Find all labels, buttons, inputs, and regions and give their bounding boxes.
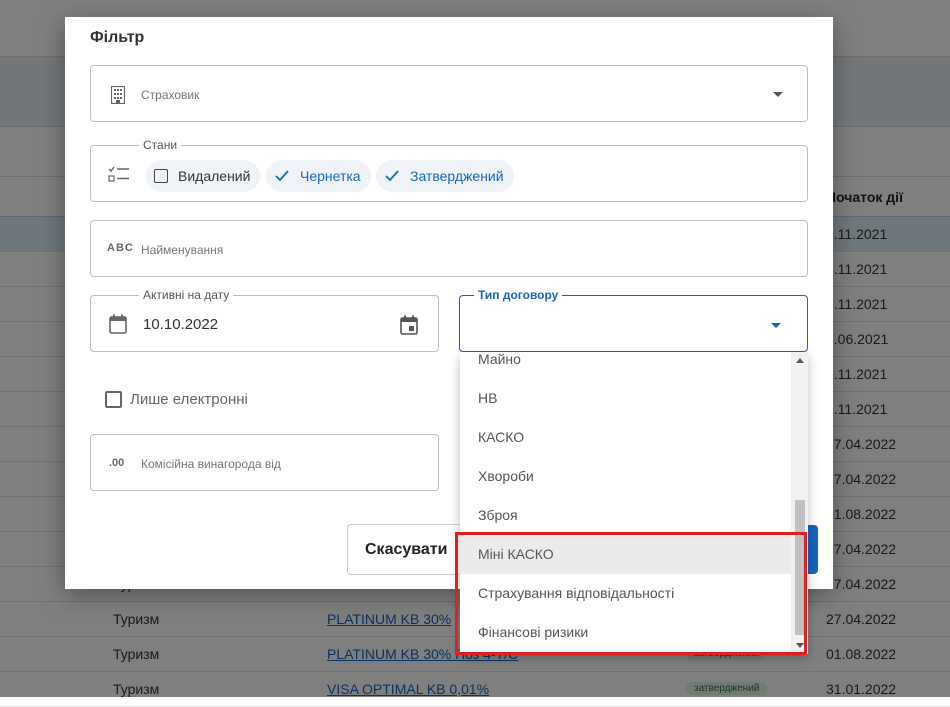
scroll-up-icon[interactable] [796, 358, 804, 363]
option-item[interactable]: Зброя [460, 496, 791, 535]
name-input[interactable]: ABC Найменування [90, 220, 808, 277]
option-item[interactable]: Майно [460, 352, 791, 379]
option-item[interactable]: КАСКО [460, 418, 791, 457]
decimal-icon: .00 [109, 457, 125, 469]
electronic-only-checkbox[interactable]: Лише електронні [105, 391, 248, 408]
chip-deleted[interactable]: Видалений [146, 160, 261, 192]
calendar-icon [109, 314, 127, 339]
option-item[interactable]: НВ [460, 379, 791, 418]
checklist-icon [108, 166, 130, 187]
electronic-only-label: Лише електронні [130, 391, 248, 408]
chip-label: Чернетка [300, 168, 361, 184]
contract-type-select[interactable]: Тип договору [459, 288, 808, 352]
name-placeholder: Найменування [141, 243, 224, 257]
insurer-placeholder: Страховик [141, 88, 200, 102]
check-icon [275, 170, 289, 182]
chip-approved[interactable]: Затверджений [376, 160, 514, 192]
annotation-highlight-box [455, 532, 807, 655]
checkbox-icon [154, 169, 168, 183]
commission-input[interactable]: .00 Комісійна винагорода від [90, 434, 439, 491]
option-item[interactable]: Хвороби [460, 457, 791, 496]
abc-icon: ABC [107, 242, 134, 254]
chip-label: Затверджений [410, 168, 504, 184]
chevron-down-icon[interactable] [773, 92, 783, 97]
building-icon [110, 85, 126, 109]
active-date-value: 10.10.2022 [143, 316, 219, 333]
calendar-picker-icon[interactable] [400, 315, 418, 340]
dialog-title: Фільтр [90, 29, 145, 46]
chip-label: Видалений [178, 168, 251, 184]
checkbox-icon[interactable] [105, 391, 122, 408]
chip-draft[interactable]: Чернетка [266, 160, 371, 192]
active-date-legend: Активні на дату [139, 288, 234, 302]
states-legend: Стани [139, 138, 182, 152]
contract-type-legend: Тип договору [474, 288, 563, 302]
chevron-down-icon[interactable] [771, 323, 781, 328]
commission-placeholder: Комісійна винагорода від [141, 457, 281, 471]
active-date-field[interactable]: Активні на дату 10.10.2022 [90, 288, 439, 352]
insurer-select[interactable]: Страховик [90, 65, 808, 122]
cancel-button[interactable]: Скасувати [347, 524, 467, 575]
states-group: Стани Видалений Чернетка Затверджений [90, 138, 808, 202]
check-icon [385, 170, 399, 182]
